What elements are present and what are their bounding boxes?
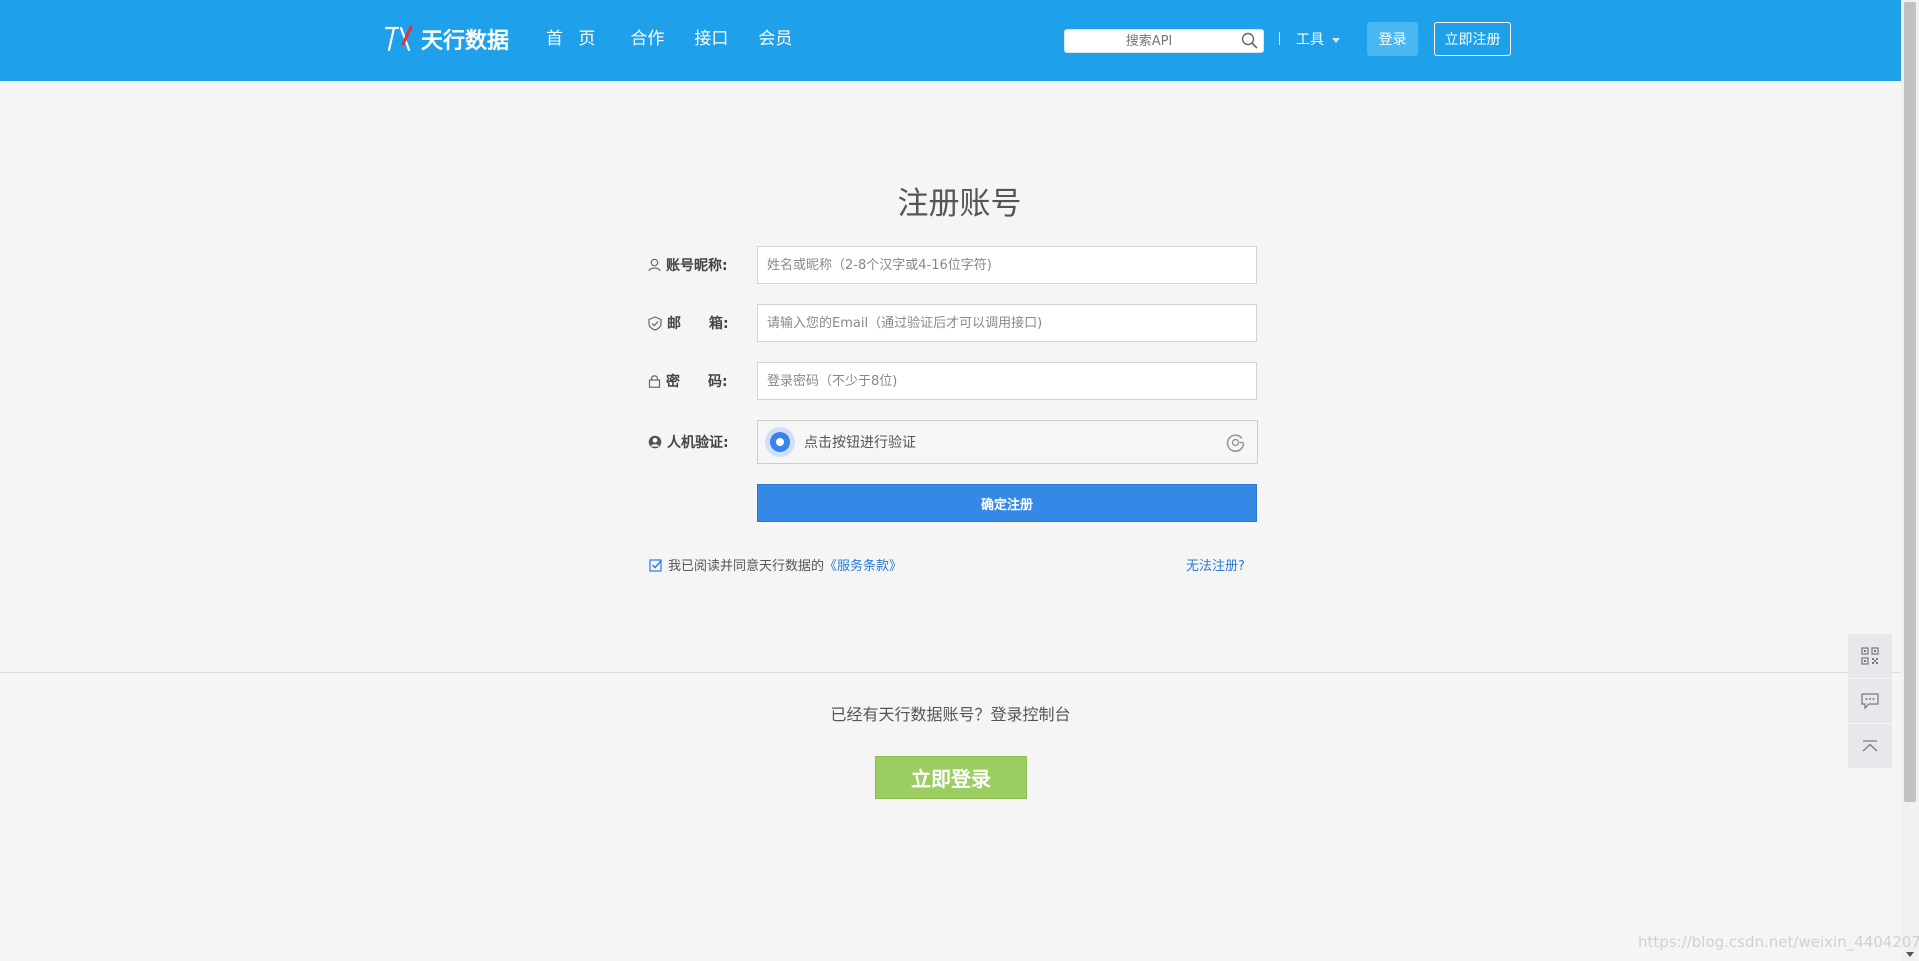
qr-code-icon xyxy=(1861,647,1879,665)
vertical-scrollbar[interactable] xyxy=(1901,0,1919,961)
refresh-icon[interactable] xyxy=(1225,432,1246,453)
user-icon xyxy=(648,258,661,272)
terms-link[interactable]: 《服务条款》 xyxy=(824,555,902,574)
captcha-widget[interactable]: 点击按钮进行验证 xyxy=(757,420,1258,464)
have-account-text[interactable]: 已经有天行数据账号？登录控制台 xyxy=(0,701,1901,725)
login-now-button[interactable]: 立即登录 xyxy=(875,756,1027,799)
tools-label: 工具 xyxy=(1296,32,1324,48)
lock-icon xyxy=(648,375,661,388)
main-nav: 首 页 合作 接口 会员 xyxy=(546,27,822,51)
logo[interactable]: 天行数据 xyxy=(383,22,509,56)
password-input[interactable] xyxy=(758,363,1247,399)
search-icon[interactable] xyxy=(1241,32,1258,49)
search-input[interactable] xyxy=(1069,30,1229,53)
chat-bubble-icon xyxy=(1861,693,1879,710)
page-title: 注册账号 xyxy=(897,186,1022,222)
login-button[interactable]: 登录 xyxy=(1367,22,1418,56)
chevron-down-icon xyxy=(1332,37,1340,43)
watermark: https://blog.csdn.net/weixin_44042074 xyxy=(1638,933,1919,951)
password-field xyxy=(757,362,1257,400)
nickname-field xyxy=(757,246,1257,284)
section-divider xyxy=(0,672,1901,673)
nickname-input[interactable] xyxy=(758,247,1247,283)
person-circle-icon xyxy=(648,435,662,449)
nav-home[interactable]: 首 页 xyxy=(546,27,600,51)
email-label-text: 邮 箱: xyxy=(667,316,729,332)
divider xyxy=(1279,32,1280,45)
captcha-label: 人机验证: xyxy=(648,420,750,464)
back-to-top-button[interactable] xyxy=(1848,724,1892,768)
submit-register-button[interactable]: 确定注册 xyxy=(757,484,1257,522)
captcha-label-text: 人机验证: xyxy=(667,435,729,451)
nav-member[interactable]: 会员 xyxy=(758,27,792,51)
logo-text: 天行数据 xyxy=(421,29,510,54)
tools-dropdown[interactable]: 工具 xyxy=(1296,29,1340,49)
scrollbar-thumb[interactable] xyxy=(1904,2,1916,802)
scroll-down-arrow-icon[interactable] xyxy=(1906,952,1914,957)
nickname-label-text: 账号昵称: xyxy=(666,258,728,274)
nickname-label: 账号昵称: xyxy=(648,246,750,284)
password-label-text: 密 码: xyxy=(666,374,728,390)
email-label: 邮 箱: xyxy=(648,304,750,342)
qr-code-button[interactable] xyxy=(1848,634,1892,678)
captcha-button-icon[interactable] xyxy=(765,427,795,457)
captcha-text: 点击按钮进行验证 xyxy=(804,435,916,451)
nav-api[interactable]: 接口 xyxy=(694,27,728,51)
cant-register-link[interactable]: 无法注册? xyxy=(1186,555,1245,574)
back-to-top-icon xyxy=(1862,740,1878,752)
password-label: 密 码: xyxy=(648,362,750,400)
agreement: 我已阅读并同意天行数据的 《服务条款》 xyxy=(649,555,902,574)
agreement-text: 我已阅读并同意天行数据的 xyxy=(668,559,825,574)
email-input[interactable] xyxy=(758,305,1247,341)
search-box xyxy=(1064,29,1264,53)
email-field xyxy=(757,304,1257,342)
nav-cooperation[interactable]: 合作 xyxy=(630,27,664,51)
top-navbar: 天行数据 首 页 合作 接口 会员 工具 登录 立即注册 xyxy=(0,0,1901,81)
side-toolbar xyxy=(1848,634,1892,769)
chat-button[interactable] xyxy=(1848,679,1892,723)
shield-icon xyxy=(648,315,662,331)
checkbox-checked-icon[interactable] xyxy=(649,558,663,572)
logo-mark-icon xyxy=(384,25,413,52)
register-button[interactable]: 立即注册 xyxy=(1434,22,1511,56)
